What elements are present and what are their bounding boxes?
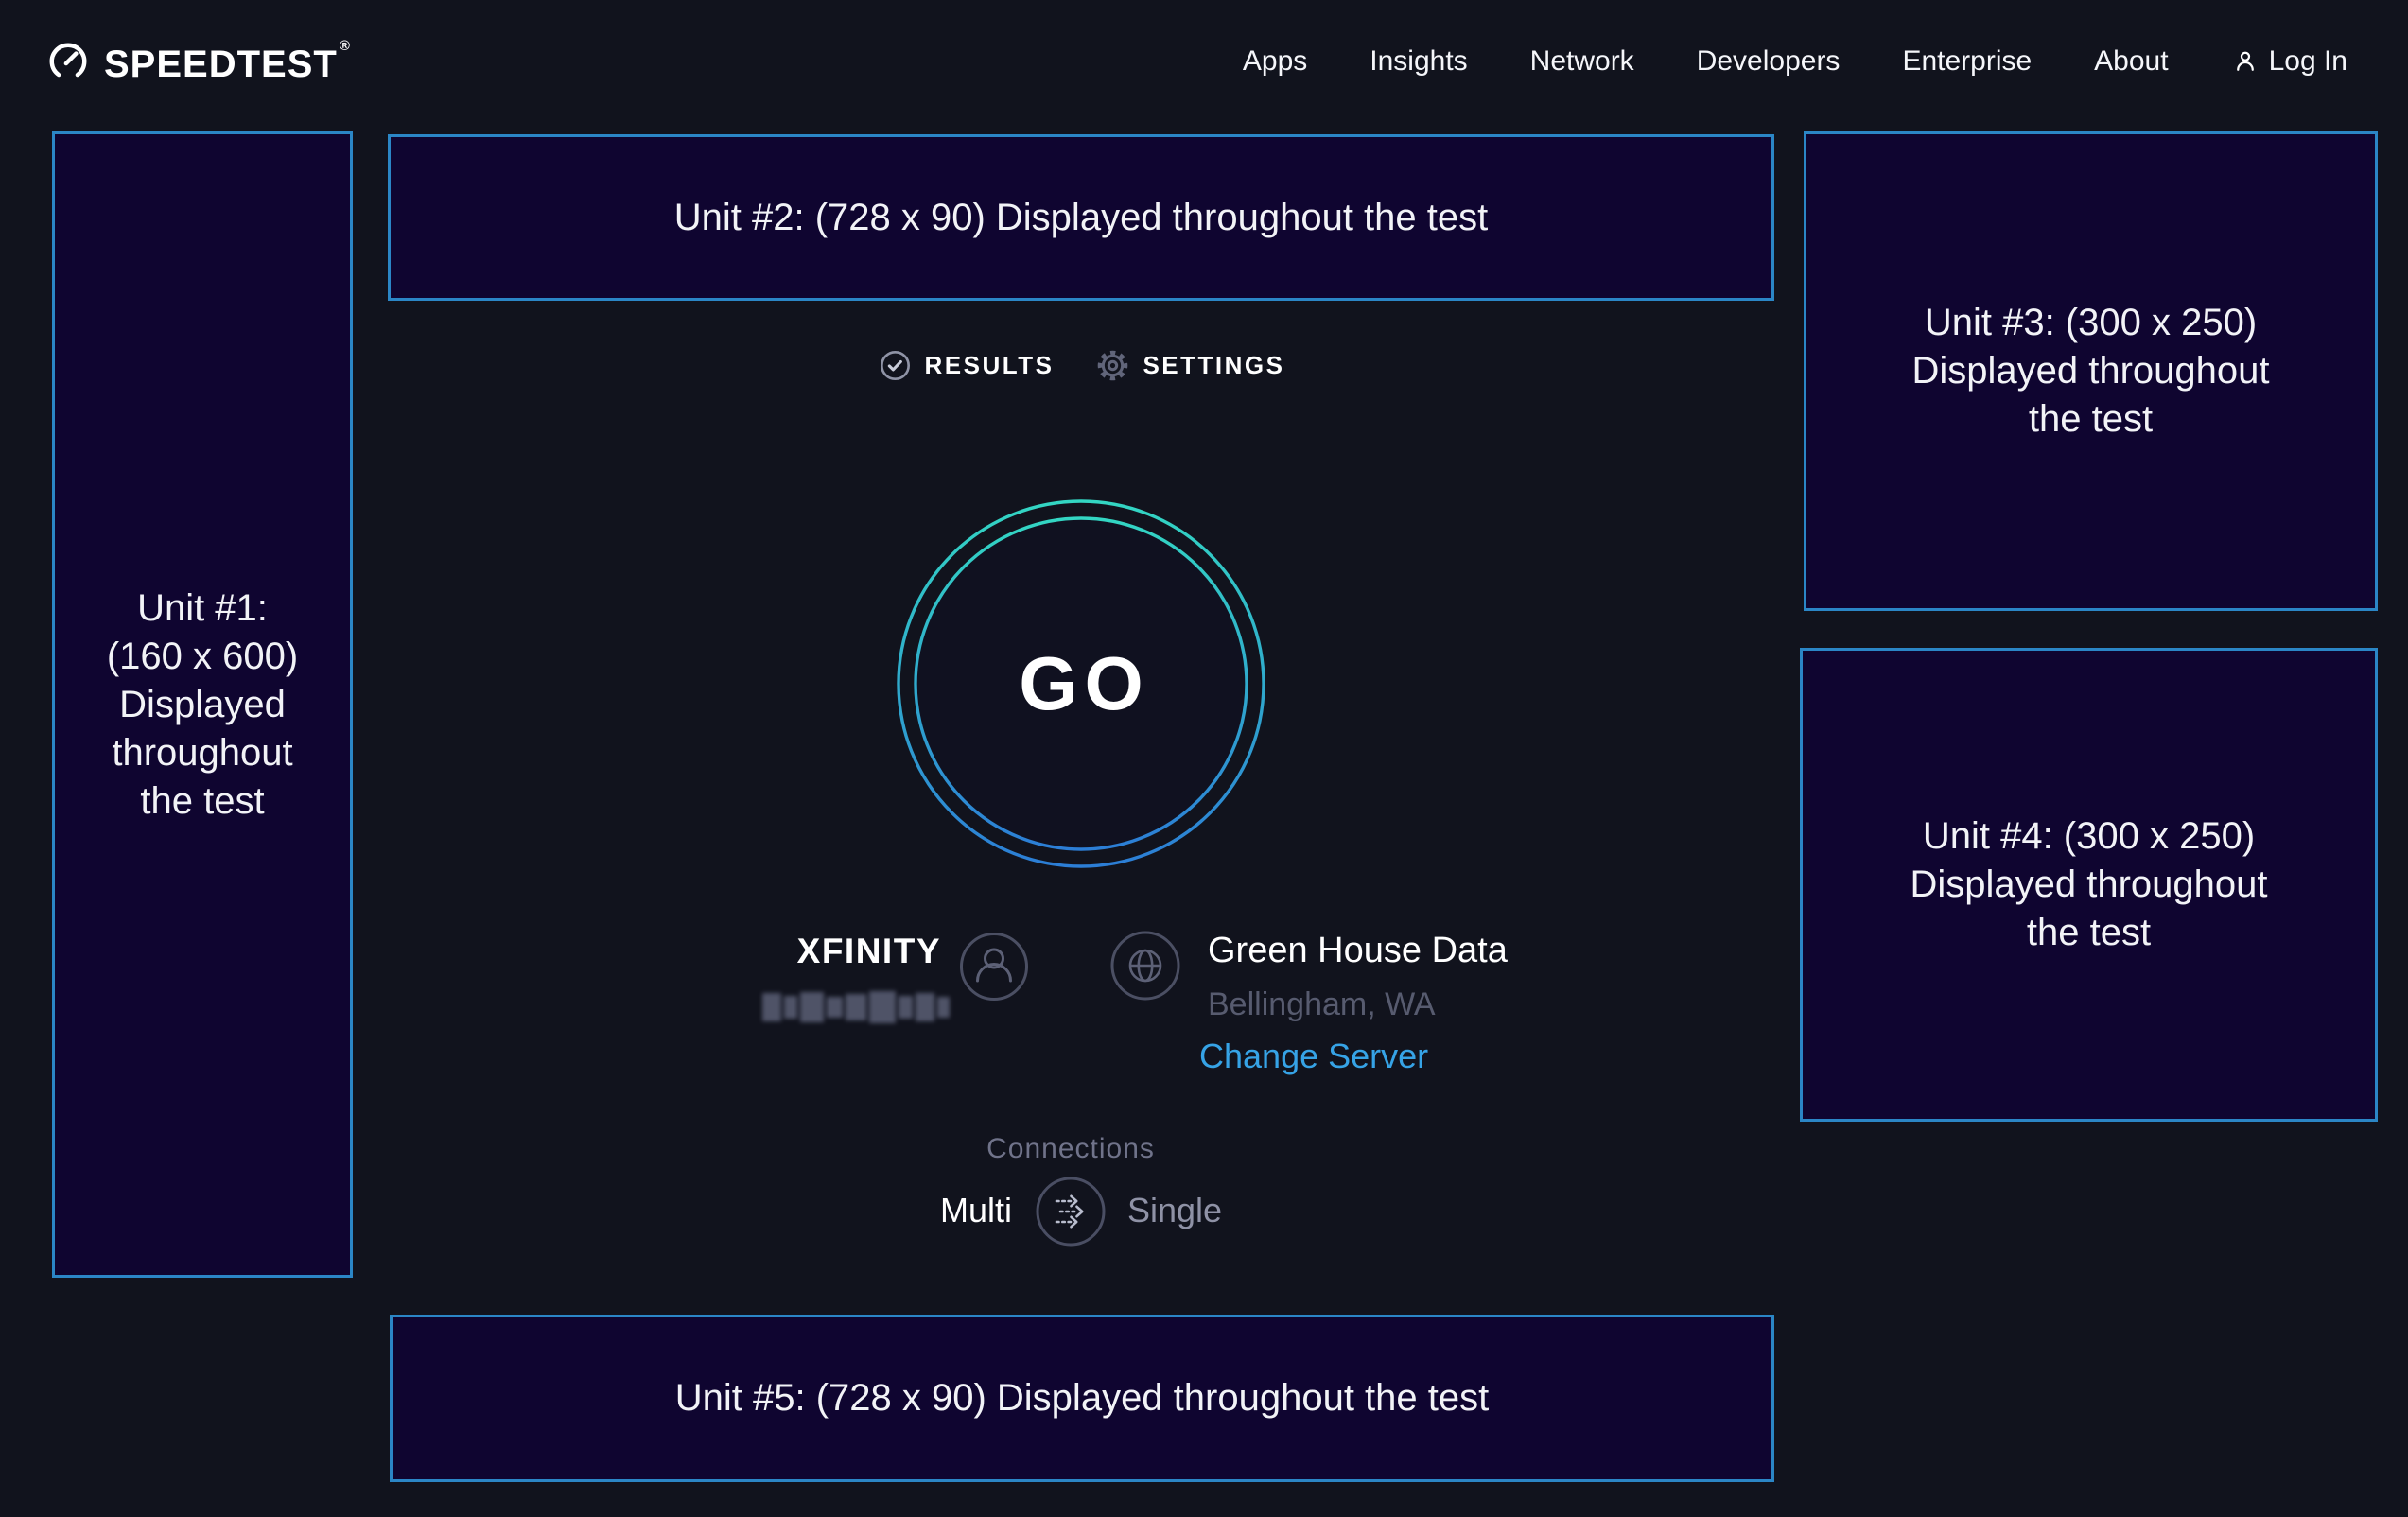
connections-toggle-icon[interactable] [1035, 1176, 1107, 1247]
tab-settings[interactable]: SETTINGS [1095, 348, 1284, 383]
nav-item-insights[interactable]: Insights [1370, 45, 1467, 78]
ad-text-line: Unit #4: (300 x 250) [1923, 812, 2255, 861]
ad-unit-2[interactable]: Unit #2: (728 x 90) Displayed throughout… [388, 134, 1774, 301]
tab-settings-label: SETTINGS [1143, 351, 1284, 380]
gear-icon [1095, 348, 1130, 383]
speedometer-icon [46, 40, 90, 83]
main-nav: Apps Insights Network Developers Enterpr… [1243, 45, 2347, 78]
nav-item-enterprise[interactable]: Enterprise [1902, 45, 2032, 78]
ad-text-line: Unit #3: (300 x 250) [1925, 299, 2257, 347]
ad-text-line: Displayed [119, 681, 286, 729]
connections-multi-option[interactable]: Multi [870, 1191, 1012, 1230]
ad-text-line: Unit #5: (728 x 90) Displayed throughout… [675, 1374, 1490, 1422]
trademark-symbol: ® [340, 38, 351, 54]
go-button[interactable]: GO [896, 498, 1266, 869]
change-server-link[interactable]: Change Server [1199, 1037, 1428, 1076]
isp-name: XFINITY [719, 932, 941, 971]
redacted-ip-address [762, 989, 950, 1025]
ad-unit-5[interactable]: Unit #5: (728 x 90) Displayed throughout… [390, 1315, 1774, 1482]
ad-text-line: Unit #2: (728 x 90) Displayed throughout… [674, 194, 1489, 242]
server-location: Bellingham, WA [1208, 986, 1436, 1023]
speedtest-logo[interactable]: SPEEDTEST® [46, 38, 351, 86]
top-nav-bar: SPEEDTEST® Apps Insights Network Develop… [0, 0, 2408, 123]
ad-unit-3[interactable]: Unit #3: (300 x 250) Displayed throughou… [1804, 131, 2378, 611]
logo-text: SPEEDTEST® [104, 38, 351, 86]
login-button[interactable]: Log In [2231, 45, 2347, 78]
go-button-label: GO [896, 498, 1266, 869]
login-label: Log In [2269, 45, 2347, 78]
ad-text-line: Unit #1: [137, 584, 268, 633]
tab-results[interactable]: RESULTS [878, 348, 1055, 383]
nav-item-about[interactable]: About [2094, 45, 2168, 78]
ad-text-line: throughout [112, 729, 292, 777]
ad-unit-1[interactable]: Unit #1: (160 x 600) Displayed throughou… [52, 131, 353, 1278]
ad-unit-4[interactable]: Unit #4: (300 x 250) Displayed throughou… [1800, 648, 2378, 1122]
nav-item-developers[interactable]: Developers [1697, 45, 1841, 78]
tab-results-label: RESULTS [925, 351, 1055, 380]
connections-single-option[interactable]: Single [1127, 1191, 1222, 1230]
server-globe-icon [1109, 930, 1181, 1002]
isp-user-icon [959, 932, 1029, 1002]
nav-item-apps[interactable]: Apps [1243, 45, 1307, 78]
tabs-bar: RESULTS SETTINGS [388, 342, 1774, 388]
ad-text-line: the test [2027, 909, 2151, 957]
user-icon [2231, 47, 2260, 76]
speedtest-page: { "colors": { "page_bg": "#11131d", "ad_… [0, 0, 2408, 1517]
ad-text-line: the test [2029, 395, 2153, 444]
nav-item-network[interactable]: Network [1530, 45, 1634, 78]
ad-text-line: Displayed throughout [1911, 347, 2269, 395]
ad-text-line: the test [140, 777, 264, 826]
check-circle-icon [878, 348, 913, 383]
ad-text-line: (160 x 600) [107, 633, 298, 681]
ad-text-line: Displayed throughout [1910, 861, 2267, 909]
server-name: Green House Data [1208, 931, 1508, 971]
connections-label: Connections [976, 1133, 1165, 1165]
